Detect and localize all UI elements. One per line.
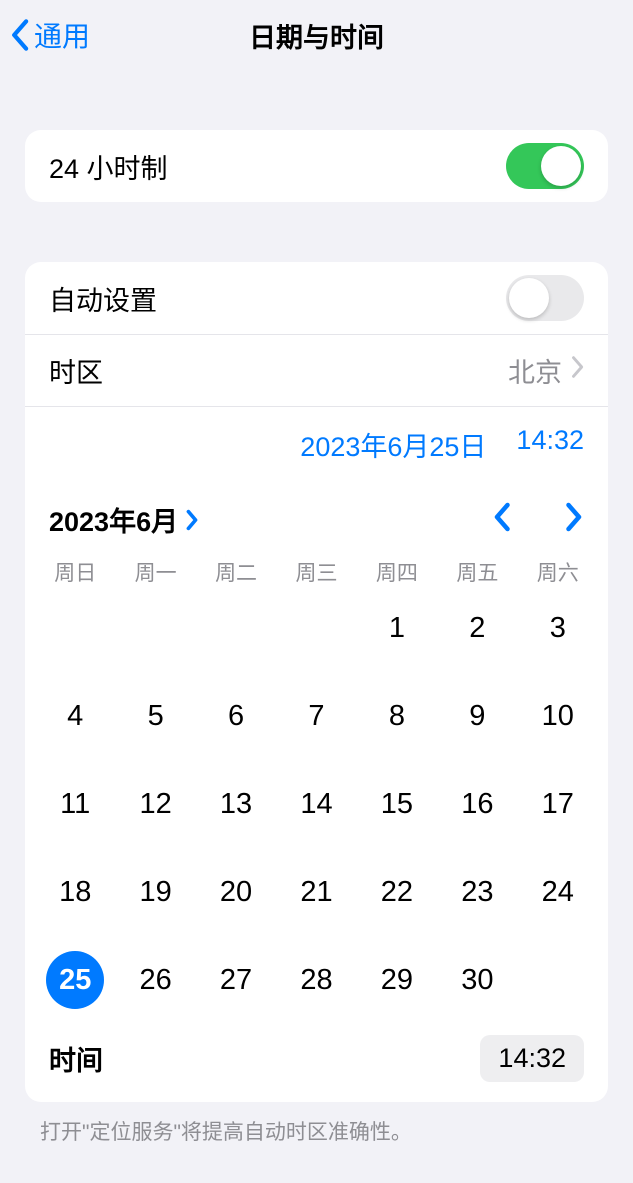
- weekday-label: 周四: [357, 557, 437, 587]
- chevron-left-icon: [492, 502, 514, 532]
- label-autoset: 自动设置: [49, 279, 157, 318]
- row-24h-clock: 24 小时制: [25, 130, 608, 202]
- month-picker-button[interactable]: 2023年6月: [49, 500, 200, 539]
- calendar-day[interactable]: 25: [35, 951, 115, 1009]
- footer-note: 打开"定位服务"将提高自动时区准确性。: [40, 1116, 593, 1146]
- label-24h: 24 小时制: [49, 147, 168, 186]
- weekday-label: 周三: [276, 557, 356, 587]
- calendar-day[interactable]: 13: [196, 775, 276, 833]
- calendar-day[interactable]: 7: [276, 687, 356, 745]
- calendar-day[interactable]: 6: [196, 687, 276, 745]
- chevron-right-icon: [184, 508, 200, 532]
- calendar-day[interactable]: 20: [196, 863, 276, 921]
- calendar-day[interactable]: 17: [518, 775, 598, 833]
- weekday-label: 周一: [115, 557, 195, 587]
- weekday-label: 周六: [518, 557, 598, 587]
- calendar-day[interactable]: 22: [357, 863, 437, 921]
- time-display-button[interactable]: 14:32: [516, 425, 584, 464]
- calendar-day[interactable]: 8: [357, 687, 437, 745]
- calendar-day[interactable]: 26: [115, 951, 195, 1009]
- calendar-day[interactable]: 3: [518, 599, 598, 657]
- weekday-label: 周五: [437, 557, 517, 587]
- calendar-day[interactable]: 11: [35, 775, 115, 833]
- calendar-day[interactable]: 24: [518, 863, 598, 921]
- calendar-day[interactable]: 16: [437, 775, 517, 833]
- calendar-day[interactable]: 14: [276, 775, 356, 833]
- calendar-day[interactable]: 5: [115, 687, 195, 745]
- chevron-left-icon: [10, 18, 32, 52]
- calendar-day[interactable]: 28: [276, 951, 356, 1009]
- toggle-autoset[interactable]: [506, 275, 584, 321]
- back-label: 通用: [34, 15, 90, 55]
- calendar-day[interactable]: 29: [357, 951, 437, 1009]
- calendar-day[interactable]: 1: [357, 599, 437, 657]
- page-title: 日期与时间: [249, 16, 384, 55]
- calendar-day[interactable]: 2: [437, 599, 517, 657]
- value-timezone: 北京: [508, 351, 562, 390]
- month-label: 2023年6月: [49, 500, 178, 539]
- row-timezone[interactable]: 时区 北京: [25, 334, 608, 406]
- weekday-label: 周日: [35, 557, 115, 587]
- calendar-day[interactable]: 30: [437, 951, 517, 1009]
- chevron-right-icon: [562, 502, 584, 532]
- date-display-button[interactable]: 2023年6月25日: [300, 425, 486, 464]
- toggle-24h[interactable]: [506, 143, 584, 189]
- calendar-day[interactable]: 15: [357, 775, 437, 833]
- time-picker-button[interactable]: 14:32: [480, 1035, 584, 1082]
- calendar-day[interactable]: 4: [35, 687, 115, 745]
- calendar-day[interactable]: 23: [437, 863, 517, 921]
- calendar-day[interactable]: 18: [35, 863, 115, 921]
- calendar-day[interactable]: 10: [518, 687, 598, 745]
- calendar-day[interactable]: 9: [437, 687, 517, 745]
- calendar-day[interactable]: 19: [115, 863, 195, 921]
- row-autoset: 自动设置: [25, 262, 608, 334]
- next-month-button[interactable]: [562, 502, 584, 537]
- weekday-label: 周二: [196, 557, 276, 587]
- prev-month-button[interactable]: [492, 502, 514, 537]
- label-timezone: 时区: [49, 351, 103, 390]
- back-button[interactable]: 通用: [10, 15, 90, 55]
- chevron-right-icon: [570, 355, 584, 386]
- calendar-day[interactable]: 21: [276, 863, 356, 921]
- calendar-day[interactable]: 27: [196, 951, 276, 1009]
- time-label: 时间: [49, 1039, 103, 1078]
- calendar-day[interactable]: 12: [115, 775, 195, 833]
